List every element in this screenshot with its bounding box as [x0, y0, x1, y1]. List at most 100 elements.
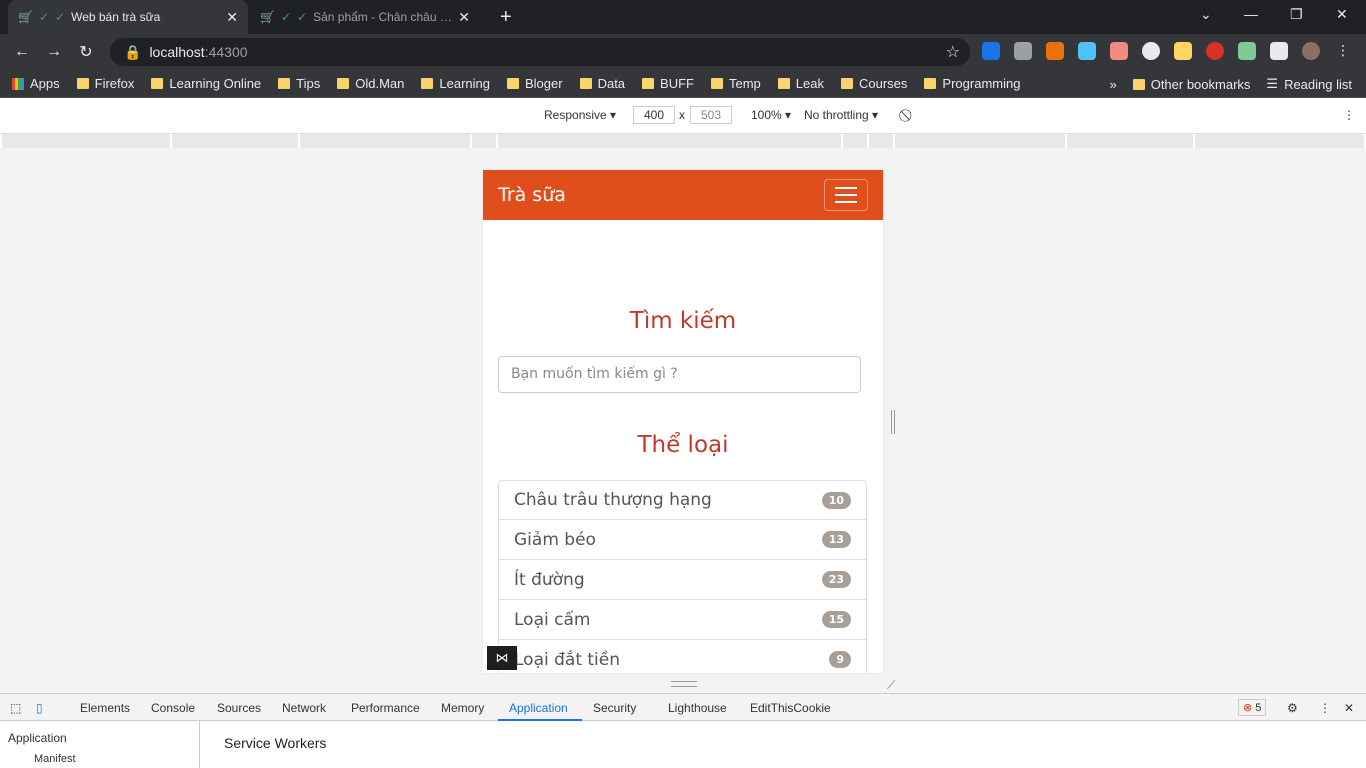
- vscode-icon[interactable]: ⋈: [487, 646, 517, 670]
- folder-icon: [76, 78, 89, 89]
- width-input[interactable]: 400: [633, 106, 675, 124]
- shield-icon[interactable]: [1014, 42, 1032, 60]
- puzzle-icon[interactable]: [1270, 42, 1288, 60]
- responsive-dropdown[interactable]: Responsive ▾: [544, 108, 616, 122]
- category-list: Châu trâu thượng hạng 10 Giảm béo 13 Ít đư…: [498, 480, 867, 673]
- application-sidebar: Application Manifest: [0, 721, 200, 768]
- gear-icon[interactable]: ⚙: [1287, 701, 1298, 715]
- extension-icon[interactable]: [982, 42, 1000, 60]
- ruler-segment[interactable]: [1067, 134, 1195, 148]
- close-tab-icon[interactable]: ✕: [458, 9, 470, 26]
- bookmark-apps[interactable]: Apps: [12, 76, 60, 91]
- bookmark-folder[interactable]: Bloger: [507, 76, 563, 91]
- throttling-dropdown[interactable]: No throttling ▾: [804, 108, 878, 122]
- count-badge: 10: [821, 491, 851, 509]
- list-item[interactable]: Châu trâu thượng hạng 10: [498, 480, 867, 520]
- bookmark-folder[interactable]: Firefox: [76, 76, 134, 91]
- search-input[interactable]: Bạn muốn tìm kiếm gì ?: [498, 356, 861, 393]
- bookmark-folder[interactable]: Old.Man: [337, 76, 404, 91]
- zoom-dropdown[interactable]: 100% ▾: [751, 108, 791, 122]
- back-icon[interactable]: ←: [6, 43, 38, 61]
- bookmark-folder[interactable]: Courses: [841, 76, 907, 91]
- error-count-badge[interactable]: ⊗ 5: [1238, 699, 1267, 716]
- devtools-menu-icon[interactable]: ⋮: [1319, 701, 1331, 715]
- bookmark-folder[interactable]: Tips: [278, 76, 320, 91]
- count-badge: 23: [821, 571, 851, 588]
- ruler-segment[interactable]: [843, 134, 869, 148]
- extensions-row: ⋮: [982, 42, 1352, 60]
- ruler-segment[interactable]: [172, 134, 300, 148]
- url-port: :44300: [204, 44, 248, 60]
- folder-icon: [1132, 78, 1145, 90]
- tab-performance[interactable]: Performance: [351, 701, 420, 715]
- ruler-segment[interactable]: [2, 134, 172, 148]
- ruler-segment[interactable]: [895, 134, 1067, 148]
- list-item[interactable]: Ít đường 23: [498, 560, 867, 600]
- inspect-icon[interactable]: ⬚: [10, 701, 21, 715]
- ruler-segment[interactable]: [1195, 134, 1366, 148]
- tab-security[interactable]: Security: [593, 701, 636, 715]
- tab-sources[interactable]: Sources: [217, 701, 261, 715]
- extension-icon[interactable]: [1046, 42, 1064, 60]
- ruler-segment[interactable]: [869, 134, 895, 148]
- new-tab-button[interactable]: +: [500, 6, 512, 29]
- extension-icon[interactable]: [1078, 42, 1096, 60]
- tab-editthiscookie[interactable]: EditThisCookie: [750, 701, 831, 715]
- avatar[interactable]: [1302, 42, 1320, 60]
- tab-application[interactable]: Application: [509, 701, 568, 715]
- list-item[interactable]: Loại đắt tiền 9: [498, 640, 867, 673]
- bookmark-folder[interactable]: Learning: [421, 76, 490, 91]
- tab-san-pham[interactable]: 🛒 ✓ ✓ Sản phẩm - Chân châu nướng ✕: [250, 0, 480, 34]
- bookmark-folder[interactable]: Learning Online: [151, 76, 261, 91]
- reading-list[interactable]: ☰ Reading list: [1266, 76, 1352, 92]
- hamburger-menu-button[interactable]: [824, 179, 868, 211]
- ruler-segment[interactable]: [472, 134, 498, 148]
- minimize-icon[interactable]: —: [1244, 6, 1258, 22]
- bookmark-star-icon[interactable]: ☆: [946, 42, 960, 62]
- tab-memory[interactable]: Memory: [441, 701, 484, 715]
- tab-lighthouse[interactable]: Lighthouse: [668, 701, 727, 715]
- list-item[interactable]: Giảm béo 13: [498, 520, 867, 560]
- folder-icon: [151, 78, 164, 89]
- tab-web-ban-tra-sua[interactable]: 🛒 ✓ ✓ Web bán trà sữa ✕: [8, 0, 248, 34]
- site-brand[interactable]: Trà sữa: [498, 184, 566, 206]
- sidebar-item-manifest[interactable]: Manifest: [34, 753, 191, 765]
- other-bookmarks[interactable]: Other bookmarks: [1132, 77, 1250, 92]
- bookmark-folder[interactable]: Temp: [711, 76, 761, 91]
- device-menu-icon[interactable]: ⋮: [1343, 108, 1355, 122]
- bookmark-folder[interactable]: BUFF: [642, 76, 694, 91]
- height-input[interactable]: 503: [690, 106, 732, 124]
- reload-icon[interactable]: ↻: [70, 42, 102, 62]
- bookmark-folder[interactable]: Programming: [924, 76, 1020, 91]
- resize-handle-right[interactable]: [891, 410, 895, 434]
- restore-icon[interactable]: ❐: [1290, 6, 1303, 23]
- check-icon: ✓: [38, 10, 50, 24]
- ruler-segment[interactable]: [498, 134, 843, 148]
- resize-corner-icon[interactable]: ⟋: [887, 678, 895, 693]
- close-window-icon[interactable]: ✕: [1336, 6, 1348, 23]
- bookmark-folder[interactable]: Data: [579, 76, 625, 91]
- bookmark-folder[interactable]: Leak: [777, 76, 824, 91]
- device-mode-icon[interactable]: ▯: [36, 701, 43, 715]
- lock-icon: 🔒: [124, 43, 142, 60]
- tab-console[interactable]: Console: [151, 701, 195, 715]
- extension-icon[interactable]: [1142, 42, 1160, 60]
- folder-icon: [421, 78, 434, 89]
- resize-handle-bottom[interactable]: [671, 681, 697, 687]
- ruler-segment[interactable]: [300, 134, 472, 148]
- close-icon[interactable]: ✕: [1344, 701, 1354, 715]
- extension-icon[interactable]: [1206, 42, 1224, 60]
- close-tab-icon[interactable]: ✕: [226, 9, 238, 26]
- extension-icon[interactable]: [1174, 42, 1192, 60]
- browser-tab-strip: 🛒 ✓ ✓ Web bán trà sữa ✕ 🛒 ✓ ✓ Sản phẩm -…: [0, 0, 1366, 34]
- extension-icon[interactable]: [1110, 42, 1128, 60]
- tab-network[interactable]: Network: [282, 701, 326, 715]
- list-item[interactable]: Loại cấm 15: [498, 600, 867, 640]
- extension-icon[interactable]: [1238, 42, 1256, 60]
- more-bookmarks-button[interactable]: »: [1109, 77, 1116, 92]
- forward-icon[interactable]: →: [38, 43, 70, 61]
- profile-dropdown-icon[interactable]: ⌄: [1200, 6, 1212, 23]
- tab-elements[interactable]: Elements: [80, 701, 130, 715]
- address-bar[interactable]: 🔒 localhost:44300 ☆: [110, 38, 970, 66]
- menu-icon[interactable]: ⋮: [1334, 42, 1352, 60]
